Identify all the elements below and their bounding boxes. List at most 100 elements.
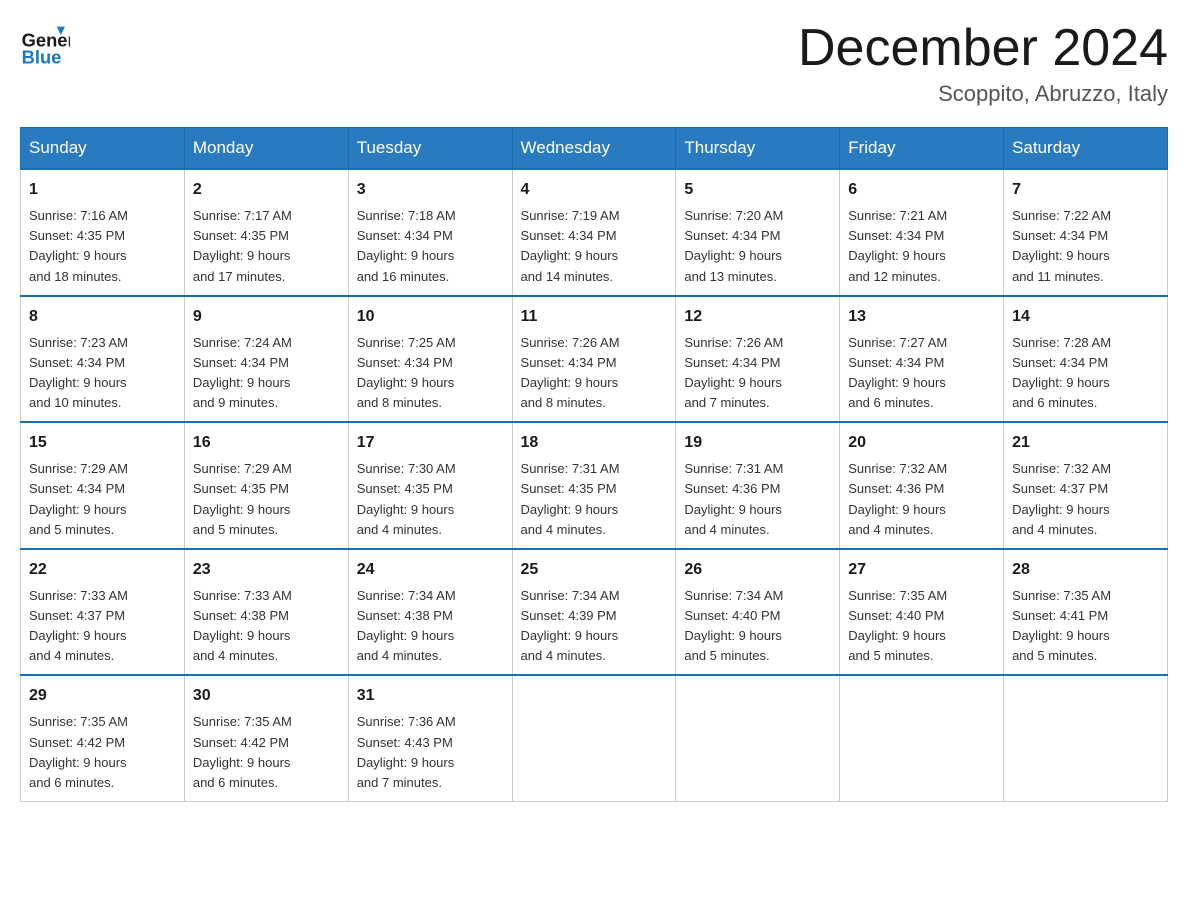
day-number: 24 [357, 558, 504, 582]
table-row: 29 Sunrise: 7:35 AMSunset: 4:42 PMDaylig… [21, 675, 185, 801]
table-row: 14 Sunrise: 7:28 AMSunset: 4:34 PMDaylig… [1004, 296, 1168, 423]
day-info: Sunrise: 7:32 AMSunset: 4:37 PMDaylight:… [1012, 459, 1159, 540]
day-number: 7 [1012, 178, 1159, 202]
header-tuesday: Tuesday [348, 128, 512, 170]
day-number: 14 [1012, 305, 1159, 329]
day-number: 10 [357, 305, 504, 329]
table-row: 5 Sunrise: 7:20 AMSunset: 4:34 PMDayligh… [676, 169, 840, 296]
table-row: 22 Sunrise: 7:33 AMSunset: 4:37 PMDaylig… [21, 549, 185, 676]
day-info: Sunrise: 7:21 AMSunset: 4:34 PMDaylight:… [848, 206, 995, 287]
table-row: 16 Sunrise: 7:29 AMSunset: 4:35 PMDaylig… [184, 422, 348, 549]
header-thursday: Thursday [676, 128, 840, 170]
location: Scoppito, Abruzzo, Italy [798, 81, 1168, 107]
table-row: 11 Sunrise: 7:26 AMSunset: 4:34 PMDaylig… [512, 296, 676, 423]
table-row: 20 Sunrise: 7:32 AMSunset: 4:36 PMDaylig… [840, 422, 1004, 549]
table-row: 31 Sunrise: 7:36 AMSunset: 4:43 PMDaylig… [348, 675, 512, 801]
day-info: Sunrise: 7:35 AMSunset: 4:40 PMDaylight:… [848, 586, 995, 667]
table-row: 17 Sunrise: 7:30 AMSunset: 4:35 PMDaylig… [348, 422, 512, 549]
day-info: Sunrise: 7:26 AMSunset: 4:34 PMDaylight:… [521, 333, 668, 414]
logo-icon: General Blue [20, 20, 70, 70]
day-info: Sunrise: 7:31 AMSunset: 4:35 PMDaylight:… [521, 459, 668, 540]
day-info: Sunrise: 7:34 AMSunset: 4:39 PMDaylight:… [521, 586, 668, 667]
table-row: 3 Sunrise: 7:18 AMSunset: 4:34 PMDayligh… [348, 169, 512, 296]
table-row: 9 Sunrise: 7:24 AMSunset: 4:34 PMDayligh… [184, 296, 348, 423]
table-row [1004, 675, 1168, 801]
page-header: General Blue December 2024 Scoppito, Abr… [20, 20, 1168, 107]
day-number: 23 [193, 558, 340, 582]
day-number: 2 [193, 178, 340, 202]
table-row [840, 675, 1004, 801]
calendar-week-row: 29 Sunrise: 7:35 AMSunset: 4:42 PMDaylig… [21, 675, 1168, 801]
table-row: 15 Sunrise: 7:29 AMSunset: 4:34 PMDaylig… [21, 422, 185, 549]
table-row: 7 Sunrise: 7:22 AMSunset: 4:34 PMDayligh… [1004, 169, 1168, 296]
day-number: 20 [848, 431, 995, 455]
day-info: Sunrise: 7:35 AMSunset: 4:42 PMDaylight:… [193, 712, 340, 793]
day-number: 13 [848, 305, 995, 329]
day-info: Sunrise: 7:16 AMSunset: 4:35 PMDaylight:… [29, 206, 176, 287]
day-info: Sunrise: 7:30 AMSunset: 4:35 PMDaylight:… [357, 459, 504, 540]
logo: General Blue [20, 20, 74, 70]
table-row: 1 Sunrise: 7:16 AMSunset: 4:35 PMDayligh… [21, 169, 185, 296]
day-number: 22 [29, 558, 176, 582]
day-info: Sunrise: 7:33 AMSunset: 4:38 PMDaylight:… [193, 586, 340, 667]
day-number: 4 [521, 178, 668, 202]
day-info: Sunrise: 7:29 AMSunset: 4:35 PMDaylight:… [193, 459, 340, 540]
day-number: 3 [357, 178, 504, 202]
day-info: Sunrise: 7:26 AMSunset: 4:34 PMDaylight:… [684, 333, 831, 414]
table-row: 13 Sunrise: 7:27 AMSunset: 4:34 PMDaylig… [840, 296, 1004, 423]
day-info: Sunrise: 7:17 AMSunset: 4:35 PMDaylight:… [193, 206, 340, 287]
day-number: 15 [29, 431, 176, 455]
day-info: Sunrise: 7:31 AMSunset: 4:36 PMDaylight:… [684, 459, 831, 540]
table-row: 21 Sunrise: 7:32 AMSunset: 4:37 PMDaylig… [1004, 422, 1168, 549]
day-number: 18 [521, 431, 668, 455]
day-info: Sunrise: 7:34 AMSunset: 4:40 PMDaylight:… [684, 586, 831, 667]
table-row: 10 Sunrise: 7:25 AMSunset: 4:34 PMDaylig… [348, 296, 512, 423]
table-row: 19 Sunrise: 7:31 AMSunset: 4:36 PMDaylig… [676, 422, 840, 549]
day-number: 28 [1012, 558, 1159, 582]
table-row: 25 Sunrise: 7:34 AMSunset: 4:39 PMDaylig… [512, 549, 676, 676]
day-info: Sunrise: 7:19 AMSunset: 4:34 PMDaylight:… [521, 206, 668, 287]
table-row: 30 Sunrise: 7:35 AMSunset: 4:42 PMDaylig… [184, 675, 348, 801]
day-number: 27 [848, 558, 995, 582]
day-number: 19 [684, 431, 831, 455]
day-info: Sunrise: 7:28 AMSunset: 4:34 PMDaylight:… [1012, 333, 1159, 414]
day-number: 16 [193, 431, 340, 455]
table-row: 26 Sunrise: 7:34 AMSunset: 4:40 PMDaylig… [676, 549, 840, 676]
table-row [512, 675, 676, 801]
day-number: 1 [29, 178, 176, 202]
day-info: Sunrise: 7:23 AMSunset: 4:34 PMDaylight:… [29, 333, 176, 414]
day-number: 29 [29, 684, 176, 708]
table-row [676, 675, 840, 801]
table-row: 8 Sunrise: 7:23 AMSunset: 4:34 PMDayligh… [21, 296, 185, 423]
table-row: 28 Sunrise: 7:35 AMSunset: 4:41 PMDaylig… [1004, 549, 1168, 676]
day-info: Sunrise: 7:35 AMSunset: 4:42 PMDaylight:… [29, 712, 176, 793]
table-row: 12 Sunrise: 7:26 AMSunset: 4:34 PMDaylig… [676, 296, 840, 423]
calendar-body: 1 Sunrise: 7:16 AMSunset: 4:35 PMDayligh… [21, 169, 1168, 801]
header-sunday: Sunday [21, 128, 185, 170]
day-number: 26 [684, 558, 831, 582]
day-info: Sunrise: 7:22 AMSunset: 4:34 PMDaylight:… [1012, 206, 1159, 287]
calendar-week-row: 22 Sunrise: 7:33 AMSunset: 4:37 PMDaylig… [21, 549, 1168, 676]
day-number: 30 [193, 684, 340, 708]
calendar-week-row: 8 Sunrise: 7:23 AMSunset: 4:34 PMDayligh… [21, 296, 1168, 423]
day-info: Sunrise: 7:35 AMSunset: 4:41 PMDaylight:… [1012, 586, 1159, 667]
month-title: December 2024 [798, 20, 1168, 77]
table-row: 6 Sunrise: 7:21 AMSunset: 4:34 PMDayligh… [840, 169, 1004, 296]
table-row: 23 Sunrise: 7:33 AMSunset: 4:38 PMDaylig… [184, 549, 348, 676]
calendar-table: Sunday Monday Tuesday Wednesday Thursday… [20, 127, 1168, 802]
day-info: Sunrise: 7:29 AMSunset: 4:34 PMDaylight:… [29, 459, 176, 540]
day-info: Sunrise: 7:25 AMSunset: 4:34 PMDaylight:… [357, 333, 504, 414]
day-info: Sunrise: 7:18 AMSunset: 4:34 PMDaylight:… [357, 206, 504, 287]
table-row: 18 Sunrise: 7:31 AMSunset: 4:35 PMDaylig… [512, 422, 676, 549]
svg-text:Blue: Blue [22, 46, 62, 67]
day-number: 11 [521, 305, 668, 329]
header-friday: Friday [840, 128, 1004, 170]
table-row: 24 Sunrise: 7:34 AMSunset: 4:38 PMDaylig… [348, 549, 512, 676]
day-info: Sunrise: 7:24 AMSunset: 4:34 PMDaylight:… [193, 333, 340, 414]
day-number: 31 [357, 684, 504, 708]
day-info: Sunrise: 7:20 AMSunset: 4:34 PMDaylight:… [684, 206, 831, 287]
day-number: 9 [193, 305, 340, 329]
table-row: 2 Sunrise: 7:17 AMSunset: 4:35 PMDayligh… [184, 169, 348, 296]
day-info: Sunrise: 7:33 AMSunset: 4:37 PMDaylight:… [29, 586, 176, 667]
day-info: Sunrise: 7:36 AMSunset: 4:43 PMDaylight:… [357, 712, 504, 793]
